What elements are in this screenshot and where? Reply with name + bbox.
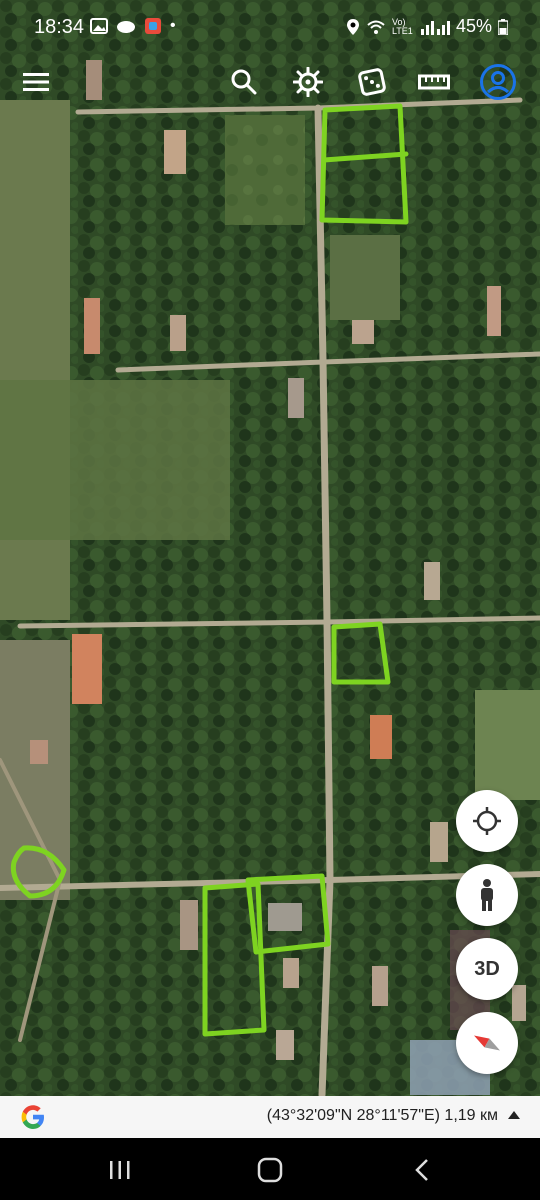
house-roof <box>180 900 198 950</box>
house-roof <box>30 740 48 764</box>
menu-icon[interactable] <box>18 64 54 100</box>
home-icon <box>257 1157 283 1183</box>
app-icon <box>145 18 161 34</box>
field-area <box>0 100 70 620</box>
house-roof <box>430 822 448 862</box>
gallery-icon <box>90 18 108 34</box>
field-area <box>475 690 540 800</box>
home-button[interactable] <box>240 1150 300 1190</box>
cloud-icon <box>117 21 135 33</box>
crosshair-icon <box>473 807 501 835</box>
battery-percent: 45% <box>455 16 492 36</box>
compass-icon <box>474 1035 500 1051</box>
house-roof <box>372 966 388 1006</box>
compass-button[interactable] <box>456 1012 518 1074</box>
signal-icon <box>420 20 450 35</box>
expand-caret-icon[interactable] <box>508 1111 520 1119</box>
recent-apps-button[interactable] <box>90 1150 150 1190</box>
street-view-button[interactable] <box>456 864 518 926</box>
field-area <box>330 235 400 320</box>
my-location-button[interactable] <box>456 790 518 852</box>
house-roof <box>84 298 100 354</box>
satellite-map[interactable] <box>0 0 540 1200</box>
status-bar: 18:34 • Vo) LTE1 45% <box>0 0 540 56</box>
google-logo-icon <box>21 1105 44 1129</box>
house-roof <box>288 378 304 418</box>
field-area <box>225 115 305 225</box>
house-roof <box>164 130 186 174</box>
house-roof <box>512 985 526 1021</box>
house-roof <box>283 958 299 988</box>
notification-icons: • <box>90 17 176 35</box>
three-d-label: 3D <box>474 957 500 980</box>
house-roof <box>86 60 102 100</box>
dice-icon[interactable] <box>354 64 390 100</box>
house-roof <box>352 320 374 344</box>
profile-icon[interactable] <box>478 62 518 102</box>
house-roof <box>424 562 440 600</box>
field-area <box>0 380 230 540</box>
house-roof <box>72 634 102 704</box>
back-button[interactable] <box>392 1150 452 1190</box>
house-roof <box>370 715 392 759</box>
person-icon <box>481 879 493 911</box>
status-time: 18:34 <box>34 16 85 38</box>
dot-icon: • <box>170 17 176 34</box>
three-d-button[interactable]: 3D <box>456 938 518 1000</box>
coordinates-text: (43°32'09"N 28°11'57"E) 1,19 км <box>266 1107 498 1124</box>
house-roof <box>276 1030 294 1060</box>
network-label: Vo) LTE1 <box>391 16 413 36</box>
battery-icon <box>498 18 508 35</box>
location-icon <box>346 18 359 35</box>
back-icon <box>415 1159 428 1181</box>
house-roof <box>268 903 302 931</box>
status-right: Vo) LTE1 45% <box>346 16 508 37</box>
house-roof <box>487 286 501 336</box>
house-roof <box>170 315 186 351</box>
ship-wheel-icon[interactable] <box>290 64 326 100</box>
search-icon[interactable] <box>226 64 262 100</box>
ruler-icon[interactable] <box>416 64 452 100</box>
system-navigation-bar <box>0 1138 540 1200</box>
bottom-info-bar[interactable]: (43°32'09"N 28°11'57"E) 1,19 км <box>0 1096 540 1138</box>
wifi-icon <box>367 20 385 34</box>
recent-apps-icon <box>110 1161 130 1179</box>
